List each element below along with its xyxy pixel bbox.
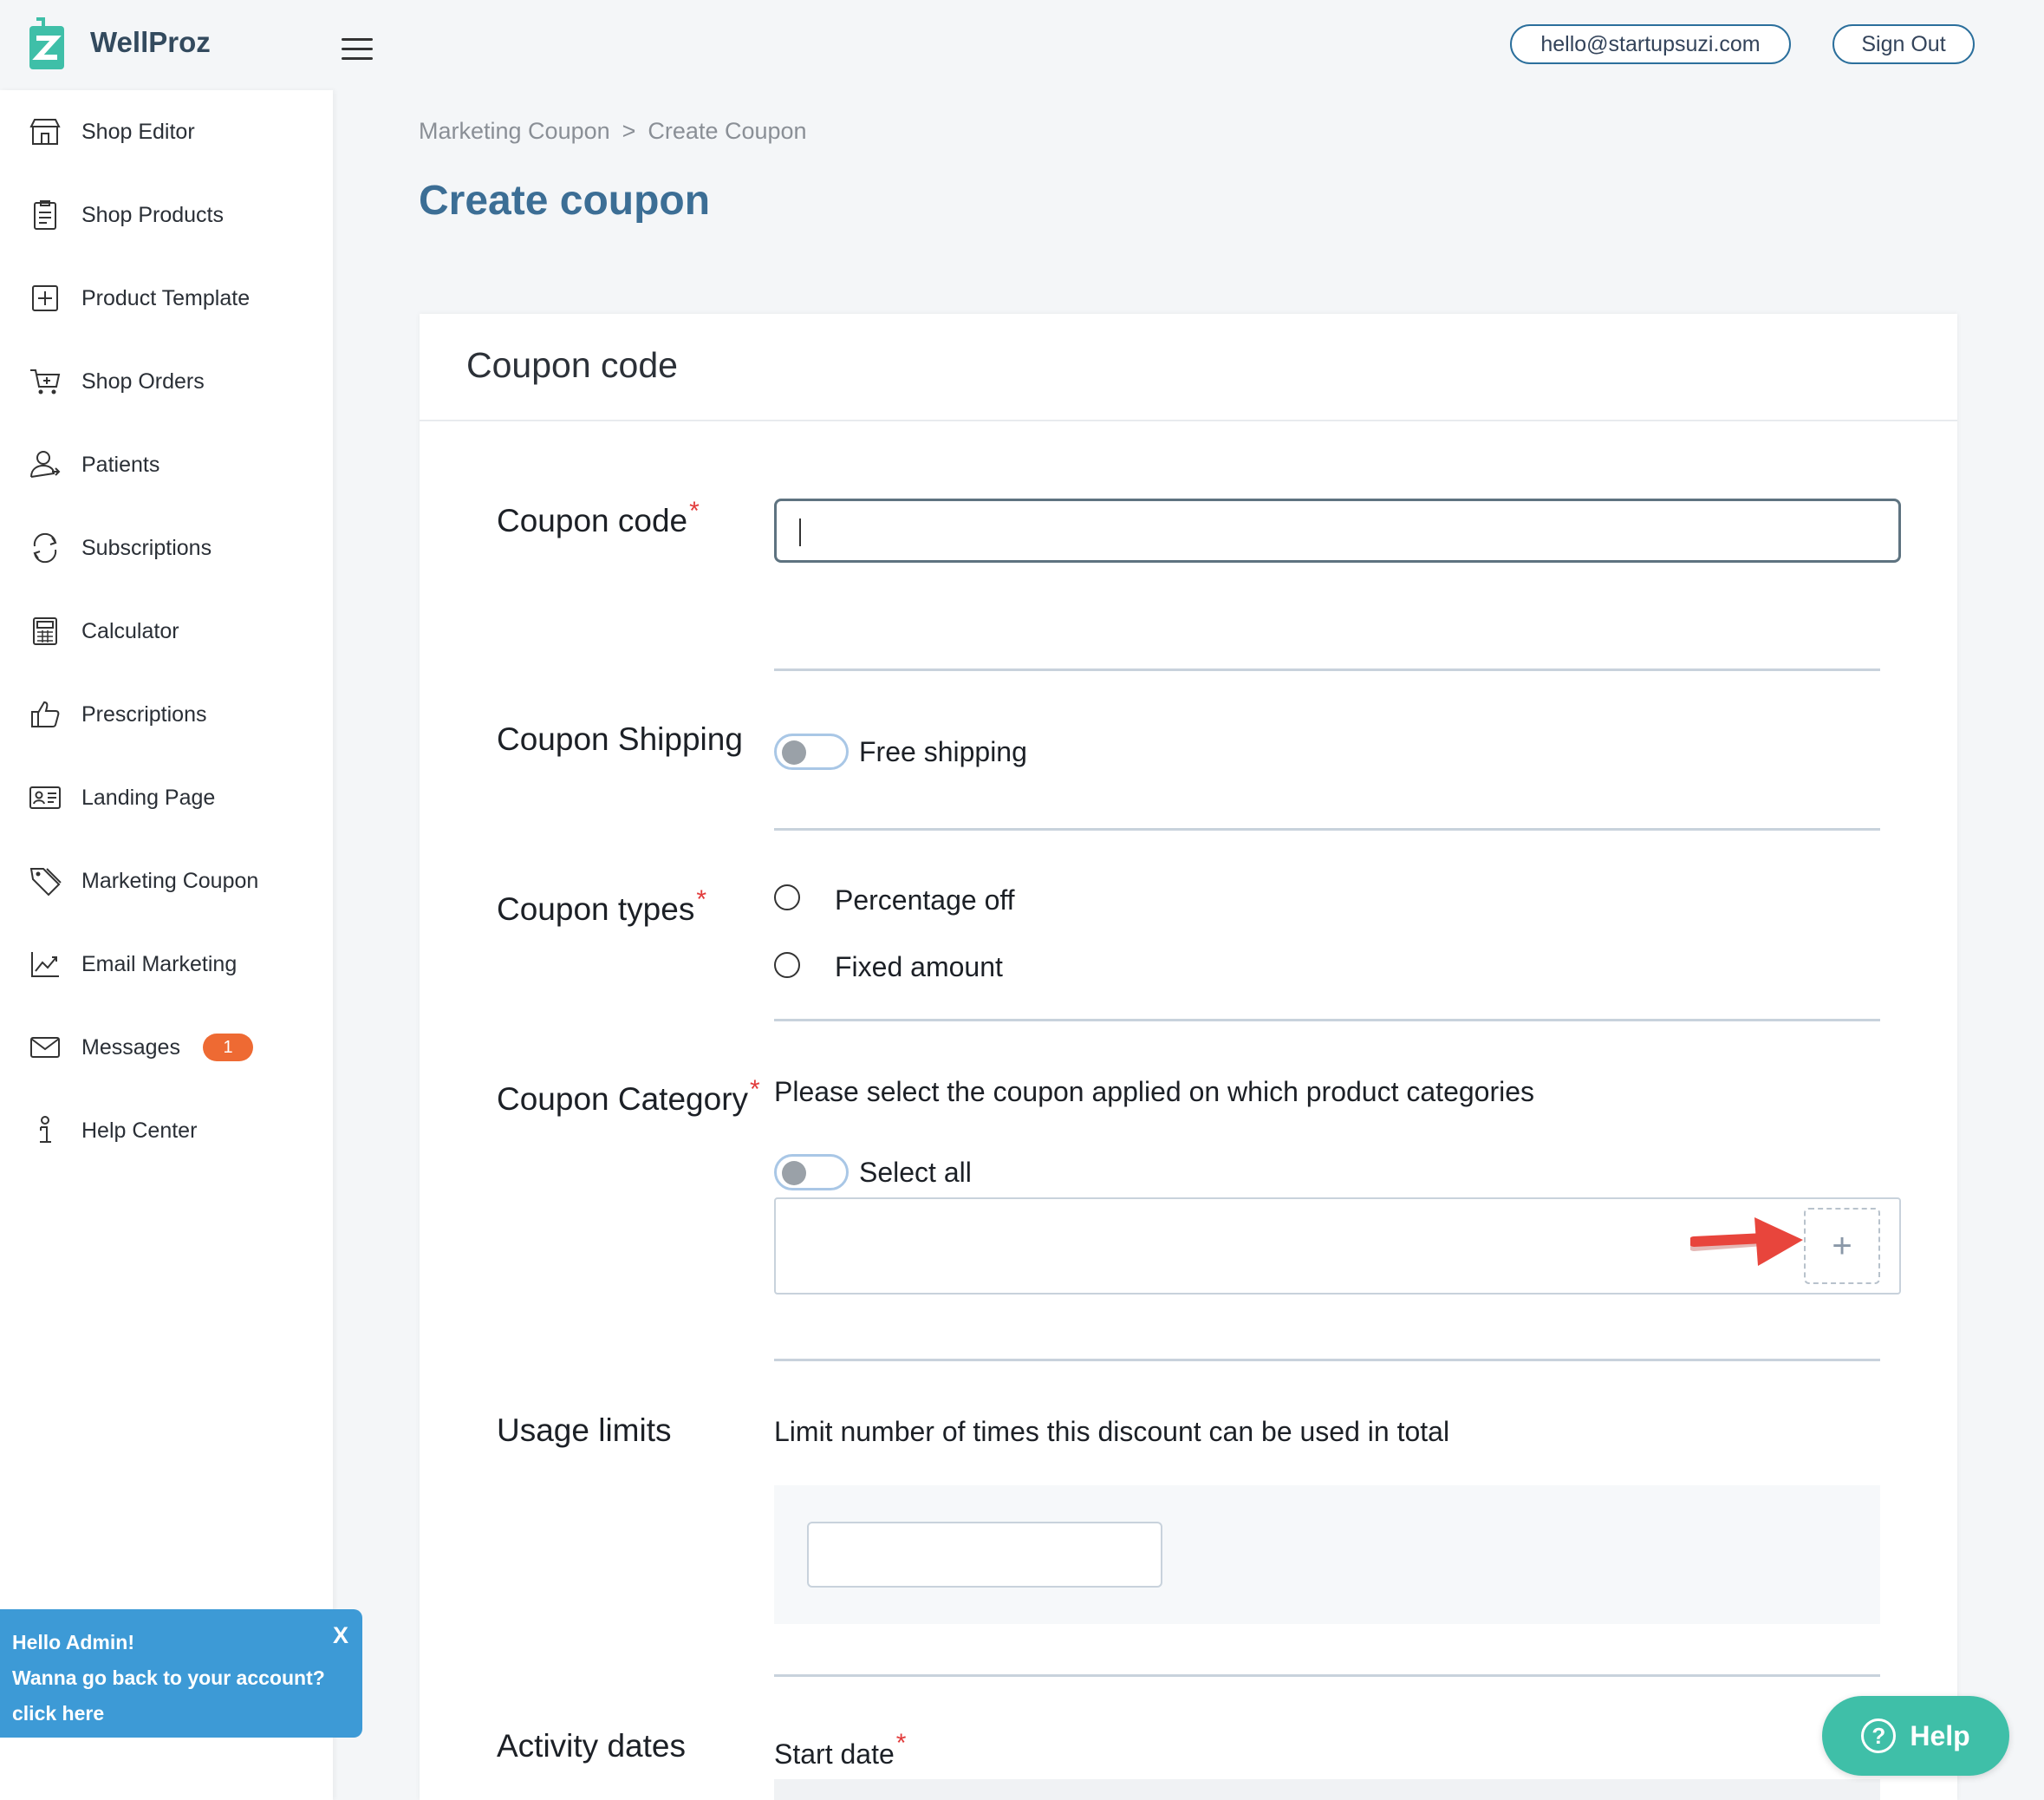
wellproz-logo-icon[interactable] [26,16,68,73]
chart-line-icon [31,952,59,977]
fixed-amount-radio[interactable] [774,952,800,978]
help-button-label: Help [1910,1719,1970,1751]
sidebar-item-shop-orders[interactable]: Shop Orders [0,340,333,423]
popup-greeting: Hello Admin! [12,1631,134,1653]
sidebar-item-label: Patients [81,452,160,477]
info-icon [40,1116,51,1143]
breadcrumb-current: Create Coupon [648,118,807,144]
top-bar: WellProz hello@startupsuzi.com Sign Out [0,0,2044,90]
sidebar-item-label: Product Template [81,285,251,310]
sidebar-item-label: Calculator [81,618,179,643]
popup-link[interactable]: click here [12,1696,350,1732]
select-all-label: Select all [859,1157,972,1188]
coupon-code-label: Coupon code* [497,497,700,538]
activity-dates-label: Activity dates [497,1728,686,1764]
store-icon [29,119,61,145]
sidebar-item-product-template[interactable]: Product Template [0,257,333,340]
admin-return-popup[interactable]: Hello Admin! Wanna go back to your accou… [0,1609,362,1738]
sidebar-item-label: Email Marketing [81,951,238,976]
add-category-button[interactable]: + [1804,1208,1880,1284]
card-header: Coupon code [420,314,1957,421]
refresh-icon [33,532,57,564]
sidebar-item-shop-editor[interactable]: Shop Editor [0,90,333,173]
sidebar-item-label: Subscriptions [81,535,212,560]
coupon-category-label: Coupon Category* [497,1075,760,1117]
menu-toggle-icon[interactable] [342,38,373,61]
help-button[interactable]: ? Help [1822,1696,2009,1776]
free-shipping-toggle[interactable] [774,734,849,770]
text-caret [799,518,801,546]
required-marker: * [696,885,707,914]
usage-limits-description: Limit number of times this discount can … [774,1416,1450,1447]
section-divider [774,668,1880,671]
calculator-icon [33,617,57,645]
close-icon[interactable]: X [333,1618,348,1653]
sidebar-item-label: Messages [81,1034,180,1060]
sidebar-item-landing-page[interactable]: Landing Page [0,756,333,839]
coupon-shipping-label: Coupon Shipping [497,721,743,757]
coupon-types-label: Coupon types* [497,885,707,927]
breadcrumb: Marketing Coupon > Create Coupon [419,118,807,145]
mail-icon [30,1037,60,1058]
required-marker: * [895,1729,907,1758]
card-title: Coupon code [466,345,678,385]
breadcrumb-separator: > [622,118,636,144]
required-marker: * [689,497,700,525]
coupon-code-input[interactable] [774,499,1901,563]
start-date-panel [774,1779,1880,1800]
unread-count-badge: 1 [203,1034,253,1061]
sidebar-item-help-center[interactable]: Help Center [0,1089,333,1172]
sidebar-item-label: Shop Editor [81,119,195,144]
section-divider [774,828,1880,831]
sidebar: Shop Editor Shop Products Product Templa… [0,90,333,1800]
start-date-label: Start date* [774,1729,907,1770]
usage-limit-input[interactable] [807,1522,1162,1588]
sidebar-item-label: Shop Products [81,202,224,227]
percentage-off-radio[interactable] [774,884,800,910]
sidebar-item-email-marketing[interactable]: Email Marketing [0,923,333,1006]
usage-limits-panel [774,1485,1880,1624]
sidebar-item-marketing-coupon[interactable]: Marketing Coupon [0,839,333,923]
arrow-annotation-icon [1690,1217,1803,1266]
section-divider [774,1019,1880,1021]
breadcrumb-parent[interactable]: Marketing Coupon [419,118,610,144]
fixed-amount-label: Fixed amount [835,951,1003,982]
tag-icon [29,868,62,897]
toggle-knob [782,740,806,765]
section-divider [774,1674,1880,1677]
thumbs-up-icon [31,701,60,727]
page-title: Create coupon [419,178,711,224]
sidebar-item-shop-products[interactable]: Shop Products [0,173,333,257]
sidebar-item-label: Shop Orders [81,368,205,394]
sidebar-item-prescriptions[interactable]: Prescriptions [0,673,333,756]
sidebar-item-patients[interactable]: Patients [0,423,333,506]
id-card-icon [29,786,61,809]
sign-out-button[interactable]: Sign Out [1832,24,1975,64]
question-icon: ? [1861,1718,1897,1753]
section-divider [774,1359,1880,1361]
free-shipping-label: Free shipping [859,736,1027,767]
toggle-knob [782,1161,806,1185]
sidebar-item-label: Prescriptions [81,701,207,727]
account-email-button[interactable]: hello@startupsuzi.com [1510,24,1791,64]
sidebar-item-messages[interactable]: Messages 1 [0,1006,333,1089]
popup-message: Wanna go back to your account? [12,1666,325,1689]
required-marker: * [750,1075,760,1104]
brand-name: WellProz [90,26,211,58]
sidebar-item-calculator[interactable]: Calculator [0,590,333,673]
sidebar-item-label: Landing Page [81,785,216,810]
add-box-icon [32,285,58,311]
percentage-off-label: Percentage off [835,884,1015,916]
sidebar-item-label: Marketing Coupon [81,868,259,893]
category-description: Please select the coupon applied on whic… [774,1076,1535,1107]
clipboard-icon [34,200,56,230]
sidebar-item-subscriptions[interactable]: Subscriptions [0,506,333,590]
user-icon [30,451,61,478]
select-all-toggle[interactable] [774,1154,849,1190]
cart-icon [30,369,61,395]
usage-limits-label: Usage limits [497,1412,672,1448]
sidebar-item-label: Help Center [81,1118,198,1143]
